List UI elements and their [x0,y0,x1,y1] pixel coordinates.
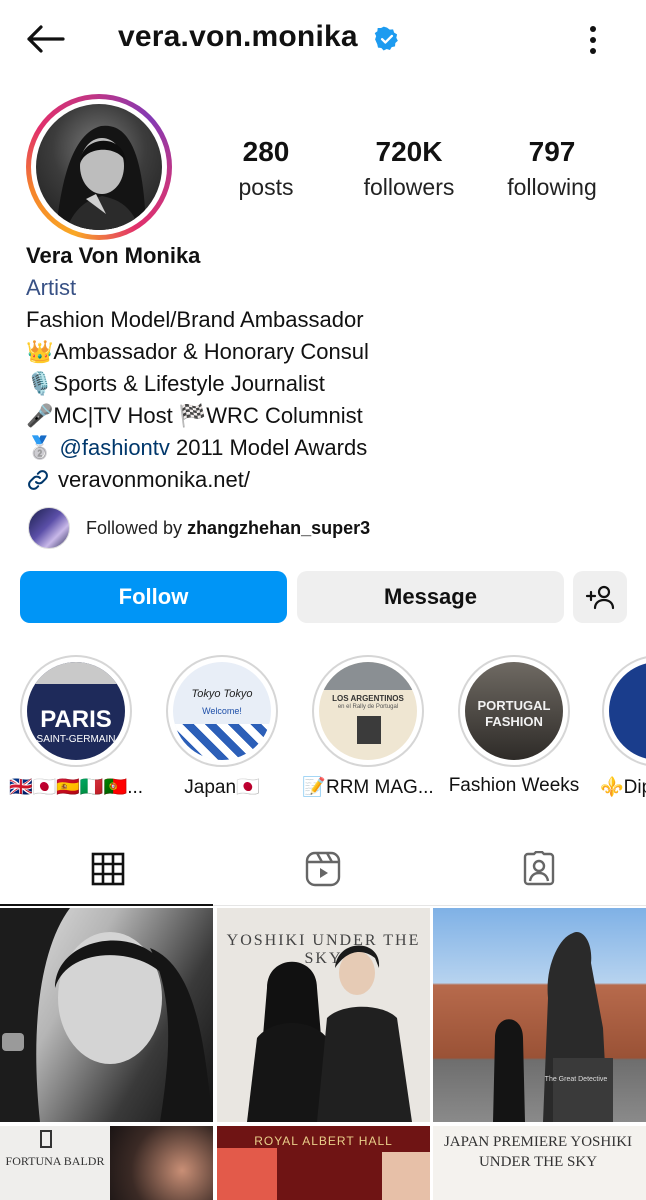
followers-value: 720K [375,136,443,167]
highlight-cover-subtitle: Welcome! [202,706,242,716]
post-thumbnail[interactable] [0,908,213,1122]
award-text: 2011 Model Awards [169,435,368,460]
profile-tabs [0,832,646,906]
followed-by[interactable]: Followed by zhangzhehan_super3 [28,507,370,549]
highlight-label: ⚜️Dip [600,777,646,798]
back-button[interactable] [22,18,68,60]
highlight-cover-title: PORTUGAL [477,698,551,713]
profile-avatar[interactable] [26,94,172,240]
post-thumbnail[interactable]: YOSHIKI UNDER THE SKY [217,908,430,1122]
highlight-cover [609,662,646,760]
more-options-button[interactable] [578,20,608,60]
display-name: Vera Von Monika [26,243,201,268]
bio-line: 👑Ambassador & Honorary Consul [26,339,369,364]
fashiontv-mention-link[interactable]: @fashiontv [60,435,170,460]
suggest-users-button[interactable] [573,571,627,623]
highlight-cover: LOS ARGENTINOS en el Rally de Portugal [319,662,417,760]
grid-icon [91,852,124,886]
add-user-icon [585,585,615,610]
highlight-cover: PARIS SAINT-GERMAIN [27,662,125,760]
followed-by-text: Followed by zhangzhehan_super3 [86,518,370,539]
post-caption: FORTUNA BALDR [5,1154,105,1168]
profile-category: Artist [26,275,77,300]
highlight-cover-subtitle: FASHION [485,714,543,729]
post-caption: ROYAL ALBERT HALL [254,1134,393,1148]
followers-count[interactable]: 720K followers [354,136,464,201]
story-highlight[interactable]: PORTUGAL FASHION Fashion Weeks [449,655,579,796]
highlight-cover-subtitle: SAINT-GERMAIN [36,734,116,745]
following-value: 797 [528,136,576,167]
story-highlight[interactable]: Tokyo Tokyo Welcome! Japan🇯🇵 [166,655,278,798]
highlight-cover-title: Tokyo Tokyo [191,688,253,700]
post-caption: JAPAN PREMIERE YOSHIKI UNDER THE SKY [443,1134,633,1170]
message-button[interactable]: Message [297,571,564,623]
posts-count[interactable]: 280 posts [224,136,308,201]
story-highlight[interactable]: PARIS SAINT-GERMAIN 🇬🇧🇯🇵🇪🇸🇮🇹🇵🇹... [9,655,143,798]
highlight-cover: Tokyo Tokyo Welcome! [173,662,271,760]
tab-tagged[interactable] [431,832,646,906]
reels-icon [305,851,340,887]
tagged-user-icon [523,851,554,886]
link-icon [28,470,48,490]
website-link[interactable]: veravonmonika.net/ [26,464,626,496]
mutual-follower-avatar [28,507,70,549]
profile-bio: Vera Von Monika Artist Fashion Model/Bra… [26,240,626,496]
highlight-cover-subtitle: en el Rally de Portugal [337,704,399,710]
follow-button[interactable]: Follow [20,571,287,623]
post-thumbnail[interactable]: ROYAL ALBERT HALL [217,1126,430,1200]
highlight-label: Fashion Weeks [448,775,580,796]
bio-line: Fashion Model/Brand Ambassador [26,307,364,332]
followed-by-prefix: Followed by [86,517,188,538]
post-caption: The Great Detective [544,1076,608,1083]
highlight-cover-title: PARIS [40,706,112,733]
medal-icon: 🥈 [26,435,60,460]
followed-by-user: zhangzhehan_super3 [187,517,371,538]
avatar-photo [36,104,162,230]
more-vertical-icon [590,26,596,54]
following-label: following [507,174,597,200]
highlight-label: 📝RRM MAG... [302,777,434,798]
active-tab-indicator [0,904,213,906]
following-count[interactable]: 797 following [500,136,604,201]
post-thumbnail[interactable]: FORTUNA BALDR [0,1126,213,1200]
highlight-cover-title: LOS ARGENTINOS [332,694,404,703]
highlight-label: 🇬🇧🇯🇵🇪🇸🇮🇹🇵🇹... [8,777,144,798]
bio-line: 🎙️Sports & Lifestyle Journalist [26,371,325,396]
website-url: veravonmonika.net/ [58,467,250,492]
post-thumbnail[interactable]: JAPAN PREMIERE YOSHIKI UNDER THE SKY [433,1126,646,1200]
bio-award-line: 🥈 @fashiontv 2011 Model Awards [26,432,626,464]
post-thumbnail[interactable]: The Great Detective [433,908,646,1122]
verified-badge-icon [374,26,398,51]
tab-grid[interactable] [0,832,215,906]
top-bar: vera.von.monika [0,0,646,78]
posts-label: posts [238,174,294,200]
back-arrow-icon [27,25,65,53]
highlight-label: Japan🇯🇵 [184,777,260,798]
profile-username: vera.von.monika [118,20,358,53]
highlight-cover: PORTUGAL FASHION [465,662,563,760]
bio-line: 🎤MC|TV Host 🏁WRC Columnist [26,403,363,428]
tab-reels[interactable] [215,832,430,906]
followers-label: followers [363,174,455,200]
story-highlight[interactable]: LOS ARGENTINOS en el Rally de Portugal 📝… [302,655,434,798]
posts-value: 280 [242,136,290,167]
